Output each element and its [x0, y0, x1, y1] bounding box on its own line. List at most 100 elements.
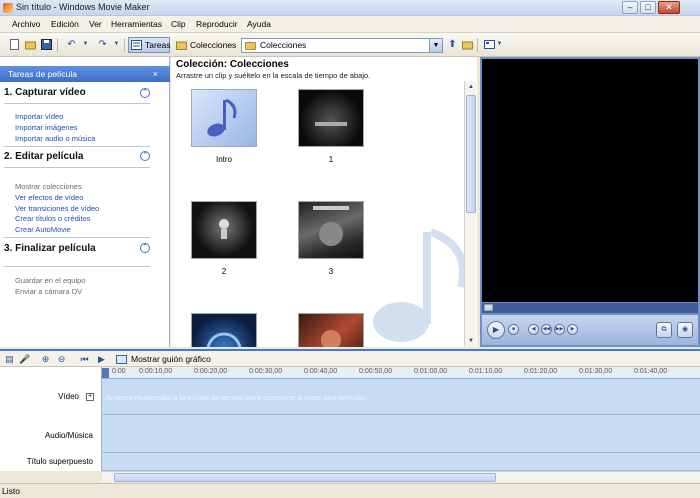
zoom-out-icon[interactable]: ⊖: [56, 354, 67, 365]
timeline-view-icon[interactable]: ▤: [4, 354, 15, 365]
rewind-timeline-icon[interactable]: ⏮: [79, 354, 90, 365]
section-finish-title[interactable]: 3. Finalizar película: [4, 243, 96, 254]
ruler-tick: 0:01:00,00: [414, 368, 448, 375]
clip-label: 2: [221, 267, 227, 276]
menu-ayuda[interactable]: Ayuda: [247, 19, 271, 29]
ruler-tick: 0:00:10,00: [139, 368, 173, 375]
link-import-video[interactable]: Importar vídeo: [15, 112, 63, 121]
maximize-button[interactable]: □: [640, 1, 656, 14]
new-project-icon[interactable]: [9, 39, 20, 50]
view-dropdown-icon[interactable]: ▼: [494, 39, 505, 50]
undo-dropdown-icon[interactable]: ▼: [80, 39, 91, 50]
timeline-scroll-thumb[interactable]: [114, 473, 496, 482]
new-folder-icon[interactable]: [462, 39, 473, 50]
tasks-icon: [131, 40, 142, 50]
menu-herramientas[interactable]: Herramientas: [111, 19, 162, 29]
app-icon: [3, 3, 13, 13]
timeline-ruler[interactable]: 0:00 0:00:10,00 0:00:20,00 0:00:30,00 0:…: [102, 367, 700, 379]
preview-monitor: ▶ ■ ◀ ◀◀ ▶▶ ▶ ⧉ ◉: [480, 57, 700, 347]
title-overlay-track[interactable]: [102, 453, 700, 471]
clip-thumbnail[interactable]: [298, 89, 364, 147]
snapshot-icon[interactable]: ◉: [677, 322, 693, 338]
video-track[interactable]: Arrastre multimedia a la escala de tiemp…: [102, 379, 700, 415]
section-divider: [4, 146, 150, 147]
previous-frame-icon[interactable]: ◀: [528, 324, 539, 335]
game-art-icon: [321, 330, 341, 347]
menu-clip[interactable]: Clip: [171, 19, 186, 29]
audio-track[interactable]: [102, 415, 700, 453]
link-show-collections[interactable]: Mostrar colecciones: [15, 182, 82, 191]
clip-thumbnail[interactable]: [191, 89, 257, 147]
show-storyboard-label: Mostrar guión gráfico: [131, 354, 211, 364]
link-save-to-computer[interactable]: Guardar en el equipo: [15, 276, 85, 285]
game-art-icon: [313, 206, 349, 246]
menu-ver[interactable]: Ver: [89, 19, 102, 29]
collapse-finish-icon[interactable]: ⌃: [140, 243, 150, 253]
track-label-title-overlay: Título superpuesto: [26, 457, 93, 466]
link-send-to-dv[interactable]: Enviar a cámara DV: [15, 287, 82, 296]
section-divider: [4, 103, 150, 104]
timeline-toolbar: ▤ 🎤 ⊕ ⊖ ⏮ ▶ Mostrar guión gráfico: [0, 349, 700, 367]
clip-label: Intro: [215, 155, 232, 164]
undo-icon[interactable]: ↶: [66, 39, 77, 50]
play-icon[interactable]: ▶: [487, 321, 505, 339]
zoom-in-icon[interactable]: ⊕: [40, 354, 51, 365]
stop-icon[interactable]: ■: [508, 324, 519, 335]
menu-archivo[interactable]: Archivo: [12, 19, 40, 29]
collections-button[interactable]: Colecciones: [173, 37, 237, 53]
playhead[interactable]: [102, 368, 109, 378]
link-import-images[interactable]: Importar imágenes: [15, 123, 78, 132]
seek-bar[interactable]: [482, 303, 698, 313]
up-level-icon[interactable]: ⬆: [447, 39, 458, 50]
forward-icon[interactable]: ▶▶: [554, 324, 565, 335]
redo-dropdown-icon[interactable]: ▼: [111, 39, 122, 50]
timeline-scrollbar[interactable]: [102, 471, 700, 482]
show-storyboard-button[interactable]: Mostrar guión gráfico: [116, 354, 211, 364]
link-titles-credits[interactable]: Crear títulos o créditos: [15, 214, 90, 223]
menu-reproducir[interactable]: Reproducir: [196, 19, 238, 29]
collection-select[interactable]: Colecciones ▼: [241, 38, 443, 53]
clip-thumbnail[interactable]: [298, 313, 364, 347]
section-capture-title[interactable]: 1. Capturar vídeo: [4, 87, 86, 98]
save-project-icon[interactable]: [41, 39, 52, 50]
ruler-tick: 0:01:40,00: [634, 368, 668, 375]
clip-thumbnail[interactable]: [191, 201, 257, 259]
narrate-icon[interactable]: 🎤: [19, 354, 30, 365]
next-frame-icon[interactable]: ▶: [567, 324, 578, 335]
ruler-tick: 0:00:40,00: [304, 368, 338, 375]
clip-thumbnail[interactable]: [191, 313, 257, 347]
link-video-transitions[interactable]: Ver transiciones de vídeo: [15, 204, 99, 213]
ruler-tick: 0:00: [112, 368, 126, 375]
menu-edicion[interactable]: Edición: [51, 19, 79, 29]
section-edit-title[interactable]: 2. Editar película: [4, 151, 83, 162]
close-task-pane-icon[interactable]: ×: [153, 66, 158, 82]
redo-icon[interactable]: ↷: [97, 39, 108, 50]
link-video-effects[interactable]: Ver efectos de vídeo: [15, 193, 83, 202]
rewind-icon[interactable]: ◀◀: [541, 324, 552, 335]
link-automovie[interactable]: Crear AutoMovie: [15, 225, 71, 234]
chevron-down-icon[interactable]: ▼: [429, 39, 442, 52]
tasks-button[interactable]: Tareas: [128, 37, 171, 53]
minimize-button[interactable]: –: [622, 1, 638, 14]
track-label-audio: Audio/Música: [44, 431, 93, 440]
open-project-icon[interactable]: [25, 39, 36, 50]
collapse-edit-icon[interactable]: ⌃: [140, 151, 150, 161]
play-timeline-icon[interactable]: ▶: [96, 354, 107, 365]
section-divider: [4, 237, 150, 238]
scroll-thumb[interactable]: [466, 95, 476, 213]
track-labels: Vídeo + Audio/Música Título superpuesto: [0, 367, 102, 471]
scroll-down-icon[interactable]: ▼: [466, 336, 476, 346]
collapse-capture-icon[interactable]: ⌃: [140, 88, 150, 98]
expand-video-icon[interactable]: +: [86, 393, 94, 401]
split-clip-icon[interactable]: ⧉: [656, 322, 672, 338]
close-button[interactable]: ✕: [658, 1, 680, 14]
clip-thumbnail[interactable]: [298, 201, 364, 259]
collection-scrollbar[interactable]: ▲ ▼: [464, 81, 476, 347]
task-pane: Tareas de película × 1. Capturar vídeo ⌃…: [0, 57, 170, 347]
folder-icon: [245, 42, 256, 50]
collections-folder-icon: [176, 40, 187, 50]
video-track-hint: Arrastre multimedia a la escala de tiemp…: [106, 393, 367, 402]
scroll-up-icon[interactable]: ▲: [466, 82, 476, 92]
link-import-audio[interactable]: Importar audio o música: [15, 134, 95, 143]
seek-knob[interactable]: [484, 304, 493, 311]
